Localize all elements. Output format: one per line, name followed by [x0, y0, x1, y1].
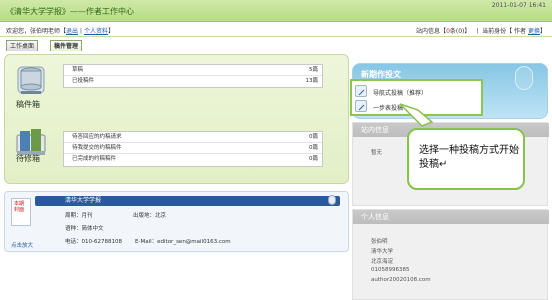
journal-cover[interactable]: 本期 封面 [11, 198, 31, 226]
list-item-label: 草稿 [72, 67, 84, 73]
archive-label: 稿件箱 [16, 100, 40, 109]
personal-phone: 01058996385 [371, 267, 410, 273]
personal-location: 北京海淀 [371, 259, 394, 265]
revise-label: 待修箱 [16, 154, 40, 163]
list-item-label: 已完成的约稿稿件 [72, 156, 117, 162]
list-item[interactable]: 已完成的约稿稿件 0篇 [64, 154, 322, 165]
cover-text: 本期 封面 [14, 201, 25, 213]
tab-manuscripts[interactable]: 稿件管理 [50, 40, 83, 51]
list-item[interactable]: 待答回应的约稿请求 0篇 [64, 132, 322, 143]
journal-phone: 电话：010-62788108 [65, 239, 122, 245]
profile-link[interactable]: 个人资料 [84, 28, 108, 35]
journal-title: 清华大学学报 [35, 196, 340, 206]
archive-list: 草稿 5篇 已投稿件 13篇 [63, 64, 323, 88]
tab-bar: 工作桌面 稿件管理 [0, 38, 552, 52]
list-item-label: 待我提交的约稿稿件 [72, 145, 122, 151]
list-item-count: 0篇 [309, 134, 318, 140]
list-item-label: 待答回应的约稿请求 [72, 134, 122, 140]
journal-info-card: 本期 封面 点击放大 清华大学学报 周期：月刊 出版地：北京 语种：简体中文 电… [4, 191, 349, 252]
hook-decoration [515, 66, 533, 90]
instruction-callout: 选择一种投稿方式开始投稿↵ [407, 128, 525, 190]
submission-options: 导航式投稿（推荐） 一步表投稿 [350, 79, 483, 116]
site-info-suffix: 条(0)】 [449, 28, 471, 35]
guided-submission-label: 导航式投稿（推荐） [373, 90, 428, 97]
zoom-link[interactable]: 点击放大 [11, 241, 33, 249]
database-icon [17, 66, 45, 94]
tab-desktop[interactable]: 工作桌面 [6, 40, 39, 51]
user-status: 站内信息【0条(0)】 丨 当前身份【 作者 更换】 [416, 28, 546, 35]
personal-info-header: 个人信息 [353, 210, 549, 224]
manuscript-panel: 稿件箱 待修箱 草稿 5篇 已投稿件 13篇 待答回应的约稿请求 0篇 待我提交… [4, 54, 349, 184]
user-welcome: 欢迎您，张伯明老师【退出丨个人资料】 [6, 26, 114, 35]
personal-affiliation: 清华大学 [371, 249, 394, 255]
personal-info-panel: 个人信息 张伯明 清华大学 北京海淀 01058996385 author200… [352, 209, 549, 300]
datetime: 2011-01-07 16:41 [491, 2, 546, 9]
journal-period: 周期：月刊 [65, 213, 93, 219]
site-info-label: 站内信息【 [416, 28, 447, 35]
user-bar: 欢迎您，张伯明老师【退出丨个人资料】 站内信息【0条(0)】 丨 当前身份【 作… [0, 23, 552, 37]
list-item-count: 13篇 [305, 78, 319, 84]
list-item-count: 5篇 [309, 67, 318, 73]
list-item-label: 已投稿件 [72, 78, 95, 84]
list-item-count: 0篇 [309, 145, 318, 151]
role-label: 当前身份【 作者 [482, 28, 527, 35]
one-step-submission-label: 一步表投稿 [373, 105, 404, 112]
list-item-count: 0篇 [309, 156, 318, 162]
journal-language: 语种：简体中文 [65, 226, 104, 232]
personal-name: 张伯明 [371, 239, 388, 245]
change-role-link[interactable]: 更换 [528, 28, 540, 35]
app-title: 《清华大学学报》——作者工作中心 [6, 7, 134, 16]
site-message-body: 暂无 [371, 150, 383, 156]
journal-email: E-Mail：editor_sen@mail0163.com [135, 239, 231, 245]
personal-email: author20020108.com [371, 277, 431, 283]
top-banner: 《清华大学学报》——作者工作中心 2011-01-07 16:41 [0, 0, 552, 22]
list-item[interactable]: 已投稿件 13篇 [64, 76, 322, 87]
list-item[interactable]: 待我提交的约稿稿件 0篇 [64, 143, 322, 154]
one-step-submission-option[interactable]: 一步表投稿 [355, 99, 480, 114]
logout-link[interactable]: 退出 [66, 28, 78, 35]
guided-submit-icon [355, 85, 367, 97]
paperclip-icon [328, 195, 336, 205]
one-step-submit-icon [355, 100, 367, 112]
welcome-text: 欢迎您，张伯明老师【 [6, 28, 67, 35]
revise-list: 待答回应的约稿请求 0篇 待我提交的约稿稿件 0篇 已完成的约稿稿件 0篇 [63, 131, 323, 167]
bracket-close: 】 [108, 28, 115, 35]
list-item[interactable]: 草稿 5篇 [64, 65, 322, 76]
journal-publisher: 出版地：北京 [133, 213, 167, 219]
callout-text: 选择一种投稿方式开始投稿↵ [419, 145, 519, 170]
role-close: 】 [539, 28, 546, 35]
guided-submission-option[interactable]: 导航式投稿（推荐） [355, 84, 480, 99]
